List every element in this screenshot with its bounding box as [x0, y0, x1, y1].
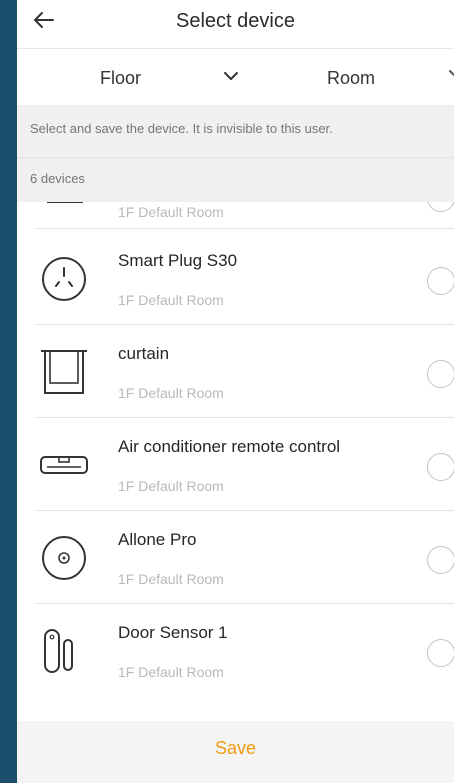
- list-item[interactable]: 1F Default Room: [17, 202, 454, 229]
- save-button[interactable]: Save: [17, 738, 454, 759]
- device-room: 1F Default Room: [118, 204, 224, 220]
- select-radio[interactable]: [427, 453, 454, 481]
- floor-filter[interactable]: Floor: [100, 68, 141, 89]
- list-item[interactable]: Smart Plug S30 1F Default Room: [17, 232, 454, 325]
- device-name: curtain: [118, 344, 170, 363]
- room-filter[interactable]: Room: [327, 68, 375, 89]
- row-divider: [35, 228, 454, 229]
- list-item[interactable]: curtain 1F Default Room: [17, 325, 454, 418]
- page-title: Select device: [176, 10, 295, 32]
- device-room: 1F Default Room: [118, 664, 224, 680]
- device-name: Smart Plug S30: [118, 251, 238, 270]
- device-name: Door Sensor 1: [118, 623, 228, 642]
- device-room: 1F Default Room: [118, 571, 224, 587]
- top-bar: Select device: [17, 0, 454, 48]
- curtain-icon: [39, 347, 89, 397]
- device-name: Allone Pro: [118, 530, 197, 549]
- door-sensor-icon: [39, 626, 89, 676]
- air-conditioner-icon: [39, 440, 89, 490]
- allone-pro-icon: [39, 533, 89, 583]
- list-item[interactable]: Door Sensor 1 1F Default Room: [17, 604, 454, 697]
- phone-screen: Select device Floor Room Select and save…: [17, 0, 454, 783]
- smart-plug-icon: [39, 254, 89, 304]
- device-name: Air conditioner remote control: [118, 437, 341, 456]
- device-room: 1F Default Room: [118, 478, 224, 494]
- select-radio[interactable]: [427, 360, 454, 388]
- select-radio[interactable]: [427, 639, 454, 667]
- info-panel: Select and save the device. It is invisi…: [17, 105, 454, 202]
- list-item[interactable]: Air conditioner remote control 1F Defaul…: [17, 418, 454, 511]
- select-radio[interactable]: [427, 202, 454, 212]
- notice-text: Select and save the device. It is invisi…: [30, 121, 333, 136]
- notice-divider: [17, 157, 454, 158]
- device-room: 1F Default Room: [118, 292, 224, 308]
- device-count: 6 devices: [30, 171, 85, 186]
- list-item[interactable]: Allone Pro 1F Default Room: [17, 511, 454, 604]
- chevron-down-icon[interactable]: [448, 67, 454, 83]
- filter-bar: Floor Room: [17, 49, 454, 105]
- chevron-down-icon[interactable]: [221, 69, 241, 85]
- select-radio[interactable]: [427, 546, 454, 574]
- device-room: 1F Default Room: [118, 385, 224, 401]
- select-radio[interactable]: [427, 267, 454, 295]
- device-list: 1F Default Room Smart Plug S30 1F Defaul…: [17, 202, 454, 721]
